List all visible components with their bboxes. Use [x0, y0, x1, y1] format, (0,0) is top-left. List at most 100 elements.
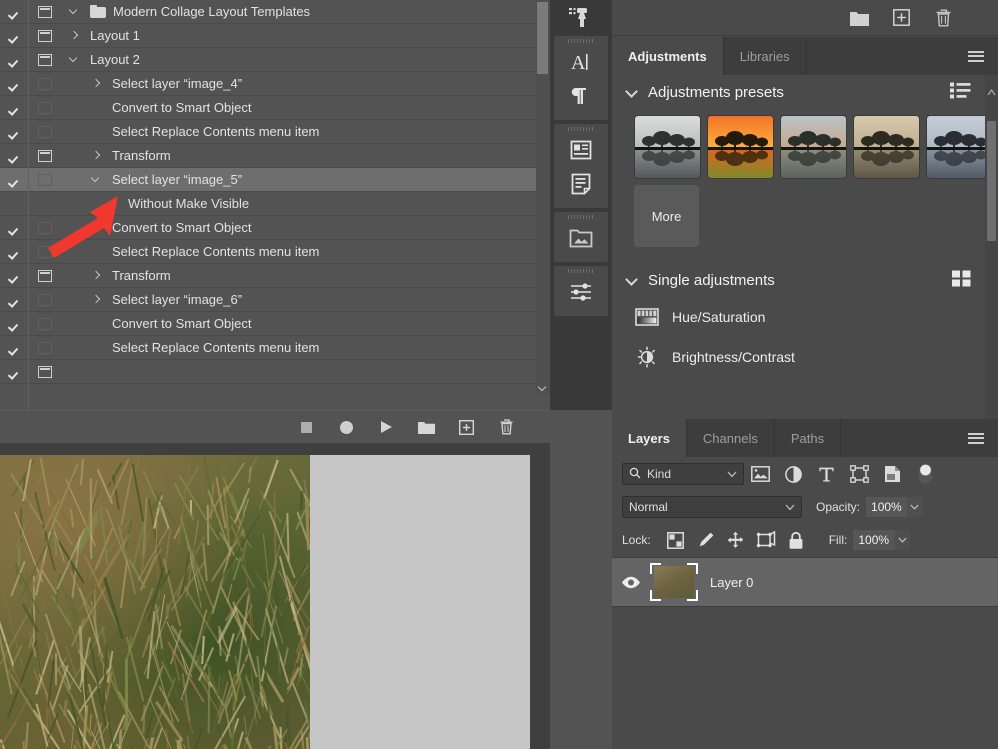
twirl-right-icon[interactable]	[84, 79, 106, 88]
action-toggle-checkbox[interactable]	[0, 126, 28, 137]
delete-button[interactable]	[486, 413, 526, 441]
twirl-right-icon[interactable]	[84, 295, 106, 304]
paragraph-tool-button[interactable]	[554, 79, 608, 113]
preset-black-and-white[interactable]	[634, 115, 701, 179]
filter-adjustment-layers-icon[interactable]	[777, 461, 810, 487]
twirl-right-icon[interactable]	[84, 271, 106, 280]
action-toggle-checkbox[interactable]	[0, 150, 28, 161]
lock-artboard-nesting-icon[interactable]	[751, 528, 781, 552]
action-dialog-toggle[interactable]	[28, 246, 62, 258]
action-toggle-checkbox[interactable]	[0, 174, 28, 185]
action-toggle-checkbox[interactable]	[0, 294, 28, 305]
adjustments-scrollbar-track[interactable]	[985, 75, 998, 419]
action-row[interactable]: Without Make Visible	[0, 192, 550, 216]
delete-layer-button[interactable]	[922, 3, 964, 33]
new-layer-button[interactable]	[880, 3, 922, 33]
action-dialog-toggle[interactable]	[28, 54, 62, 66]
twirl-down-icon[interactable]	[62, 7, 84, 16]
fill-input[interactable]: 100%	[853, 530, 894, 550]
horizontal-type-tool-button[interactable]: A	[554, 45, 608, 79]
action-toggle-checkbox[interactable]	[0, 54, 28, 65]
layer-name[interactable]: Layer 0	[710, 575, 753, 590]
actions-scroll-down-icon[interactable]	[536, 381, 550, 397]
preset-cool-muted[interactable]	[780, 115, 847, 179]
filter-shape-layers-icon[interactable]	[843, 461, 876, 487]
action-toggle-checkbox[interactable]	[0, 342, 28, 353]
action-row[interactable]	[0, 360, 550, 384]
section-header-adjustments-presets[interactable]: Adjustments presets	[612, 75, 998, 109]
action-row[interactable]: Select Replace Contents menu item	[0, 240, 550, 264]
action-row[interactable]: Select Replace Contents menu item	[0, 336, 550, 360]
presets-more-button[interactable]: More	[634, 185, 699, 247]
twirl-right-icon[interactable]	[84, 151, 106, 160]
lock-transparent-pixels-icon[interactable]	[661, 528, 691, 552]
preset-cold-blue[interactable]	[926, 115, 993, 179]
begin-recording-button[interactable]	[326, 413, 366, 441]
action-dialog-toggle[interactable]	[28, 174, 62, 186]
action-dialog-toggle[interactable]	[28, 150, 62, 162]
action-dialog-toggle[interactable]	[28, 294, 62, 306]
action-dialog-toggle[interactable]	[28, 198, 62, 210]
action-toggle-checkbox[interactable]	[0, 246, 28, 257]
filter-enable-toggle[interactable]	[909, 461, 942, 487]
action-toggle-checkbox[interactable]	[0, 102, 28, 113]
action-row[interactable]: Convert to Smart Object	[0, 96, 550, 120]
action-dialog-toggle[interactable]	[28, 342, 62, 354]
action-toggle-checkbox[interactable]	[0, 318, 28, 329]
layers-panel-menu-icon[interactable]	[962, 419, 990, 457]
tab-adjustments[interactable]: Adjustments	[612, 37, 724, 75]
create-new-action-button[interactable]	[446, 413, 486, 441]
filter-type-layers-icon[interactable]	[810, 461, 843, 487]
tool-group-grip[interactable]	[568, 215, 594, 219]
twirl-right-icon[interactable]	[62, 31, 84, 40]
adjustments-scroll-up-icon[interactable]	[985, 85, 998, 99]
tab-paths[interactable]: Paths	[775, 419, 841, 457]
action-row[interactable]: Modern Collage Layout Templates	[0, 0, 550, 24]
note-tool-button[interactable]	[554, 167, 608, 201]
action-row[interactable]: Transform	[0, 264, 550, 288]
lock-position-icon[interactable]	[721, 528, 751, 552]
tool-group-grip[interactable]	[568, 269, 594, 273]
layer-visibility-eye-icon[interactable]	[612, 576, 650, 589]
action-dialog-toggle[interactable]	[28, 222, 62, 234]
sliders-tool-button[interactable]	[554, 275, 608, 309]
action-row[interactable]: Transform	[0, 144, 550, 168]
actions-scrollbar-track[interactable]	[536, 0, 550, 395]
twirl-down-icon[interactable]	[84, 175, 106, 184]
adjustment-brightness-contrast[interactable]: Brightness/Contrast	[612, 337, 998, 377]
tool-group-grip[interactable]	[568, 127, 594, 131]
action-row[interactable]: Layout 2	[0, 48, 550, 72]
action-dialog-toggle[interactable]	[28, 126, 62, 138]
action-row[interactable]: Layout 1	[0, 24, 550, 48]
adjustments-scrollbar-thumb[interactable]	[987, 121, 996, 241]
tab-libraries[interactable]: Libraries	[724, 37, 807, 75]
layer-thumbnail[interactable]	[650, 563, 698, 601]
action-dialog-toggle[interactable]	[28, 30, 62, 42]
fill-stepper-icon[interactable]	[894, 530, 910, 550]
blend-mode-select[interactable]: Normal	[622, 496, 802, 518]
artboard-tool-button[interactable]	[554, 133, 608, 167]
actions-scrollbar-thumb[interactable]	[537, 2, 548, 74]
new-group-button[interactable]	[838, 3, 880, 33]
action-dialog-toggle[interactable]	[28, 270, 62, 282]
layer-row[interactable]: Layer 0	[612, 558, 998, 607]
lock-image-pixels-icon[interactable]	[691, 528, 721, 552]
create-new-set-button[interactable]	[406, 413, 446, 441]
filter-smart-object-layers-icon[interactable]	[876, 461, 909, 487]
action-toggle-checkbox[interactable]	[0, 270, 28, 281]
action-toggle-checkbox[interactable]	[0, 366, 28, 377]
opacity-stepper-icon[interactable]	[907, 497, 923, 517]
layer-filter-kind-select[interactable]: Kind	[622, 463, 744, 485]
adjustments-panel-menu-icon[interactable]	[962, 37, 990, 75]
adjustment-hue-saturation[interactable]: Hue/Saturation	[612, 297, 998, 337]
clone-stamp-tool-button[interactable]	[550, 0, 612, 36]
play-selection-button[interactable]	[366, 413, 406, 441]
tool-group-grip[interactable]	[568, 39, 594, 43]
stop-recording-button[interactable]	[286, 413, 326, 441]
action-row[interactable]: Select layer “image_4”	[0, 72, 550, 96]
place-image-tool-button[interactable]	[554, 221, 608, 255]
action-dialog-toggle[interactable]	[28, 366, 62, 378]
action-row[interactable]: Convert to Smart Object	[0, 312, 550, 336]
action-toggle-checkbox[interactable]	[0, 222, 28, 233]
tab-layers[interactable]: Layers	[612, 419, 687, 457]
